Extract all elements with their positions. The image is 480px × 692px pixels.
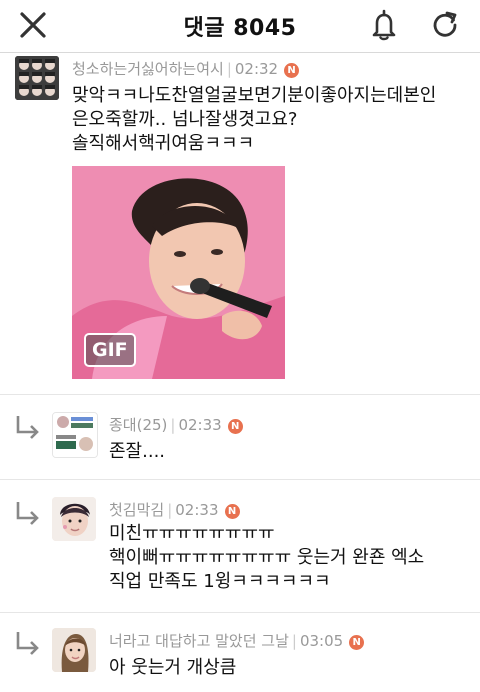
comment-time: 03:05 — [299, 632, 344, 650]
divider — [0, 612, 480, 613]
comment-line: 미친ㅠㅠㅠㅠㅠㅠㅠㅠ — [109, 523, 275, 544]
new-badge: N — [284, 63, 300, 78]
comment-author[interactable]: 청소하는거싫어하는여시 — [72, 60, 224, 78]
comment-time: 02:32 — [234, 60, 279, 78]
new-badge: N — [349, 635, 365, 650]
comment-meta: 청소하는거싫어하는여시 | 02:32 N — [72, 58, 300, 79]
comment-line: 은오죽할까.. 넘나잘생겻고요? — [72, 109, 298, 130]
comment-author[interactable]: 너라고 대답하고 말았던 그날 — [109, 632, 289, 650]
avatar[interactable] — [52, 497, 96, 541]
reply-arrow-icon — [16, 632, 39, 655]
comment-text: 미친ㅠㅠㅠㅠㅠㅠㅠㅠ 핵이뻐ㅠㅠㅠㅠㅠㅠㅠㅠ 웃는거 완죤 엑소 직업 만족도 … — [109, 522, 424, 594]
bell-icon[interactable] — [367, 8, 401, 42]
comment-line: 솔직해서핵귀여움ㅋㅋㅋ — [72, 133, 255, 154]
reply-arrow-icon — [16, 502, 39, 525]
top-bar: 댓글 8045 — [0, 0, 480, 53]
avatar[interactable] — [15, 56, 59, 100]
avatar[interactable] — [52, 628, 96, 672]
reply-arrow-icon — [16, 416, 39, 439]
comment-meta: 종대(25) | 02:33 N — [109, 414, 243, 435]
comment-line: 존잘.... — [109, 441, 166, 462]
comment-text: 존잘.... — [109, 440, 165, 464]
comment-time: 02:33 — [178, 416, 222, 434]
divider — [0, 479, 480, 480]
comment-meta: 첫김막김 | 02:33 N — [109, 499, 240, 520]
new-badge: N — [227, 419, 243, 434]
comment-time: 02:33 — [175, 501, 219, 519]
comment-line: 직업 만족도 1윙ㅋㅋㅋㅋㅋㅋ — [109, 571, 331, 592]
page-title: 댓글 8045 — [183, 16, 297, 41]
comment-line: 아 웃는거 개상큼 — [109, 657, 237, 678]
gif-image[interactable]: GIF — [72, 166, 285, 379]
comment-text: 맞악ㅋㅋ나도찬열얼굴보면기분이좋아지는데본인 은오죽할까.. 넘나잘생겻고요? … — [72, 84, 436, 156]
comment-author[interactable]: 종대(25) — [109, 416, 167, 434]
new-badge: N — [224, 504, 240, 519]
refresh-icon[interactable] — [428, 8, 462, 42]
comment-line: 맞악ㅋㅋ나도찬열얼굴보면기분이좋아지는데본인 — [72, 85, 437, 106]
comment-line: 핵이뻐ㅠㅠㅠㅠㅠㅠㅠㅠ 웃는거 완죤 엑소 — [109, 547, 425, 568]
divider — [0, 394, 480, 395]
avatar[interactable] — [52, 412, 98, 458]
comment-author[interactable]: 첫김막김 — [109, 501, 164, 519]
gif-badge: GIF — [84, 333, 136, 367]
comment-text: 아 웃는거 개상큼 — [109, 656, 236, 680]
comment-meta: 너라고 대답하고 말았던 그날 | 03:05 N — [109, 630, 365, 651]
